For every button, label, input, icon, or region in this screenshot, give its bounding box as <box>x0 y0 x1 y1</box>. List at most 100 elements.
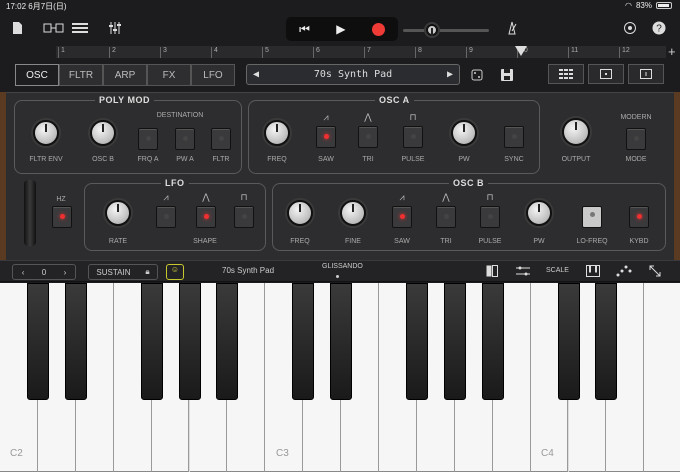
lfo-saw-wave-icon: ⩘ <box>163 192 169 202</box>
piano-keys-icon[interactable] <box>586 265 600 279</box>
arpeggiator-icon[interactable] <box>616 265 632 279</box>
view-toggle-button[interactable] <box>588 64 624 84</box>
osc-b-tri-led <box>444 214 449 219</box>
transport-controls: ⏮ ▶ <box>286 17 398 41</box>
record-button[interactable] <box>371 22 385 36</box>
keyboard-layout-icon[interactable] <box>486 265 498 279</box>
sustain-button[interactable]: SUSTAIN 🔒︎ <box>88 264 158 280</box>
key-label-c2: C2 <box>10 448 23 459</box>
black-key[interactable] <box>140 283 163 400</box>
playhead[interactable] <box>515 46 527 56</box>
lo-freq-button[interactable] <box>582 206 602 228</box>
black-key[interactable] <box>26 283 49 400</box>
black-key[interactable] <box>216 283 239 400</box>
black-key[interactable] <box>443 283 466 400</box>
black-key[interactable] <box>557 283 580 400</box>
lfo-tri-button[interactable] <box>196 206 216 228</box>
save-icon[interactable] <box>500 66 514 84</box>
patch-next-button[interactable]: ▶ <box>447 69 453 80</box>
osc-b-tri-button[interactable] <box>436 206 456 228</box>
black-key[interactable] <box>330 283 353 400</box>
kybd-button[interactable] <box>629 206 649 228</box>
osc-b-freq-knob[interactable] <box>287 200 313 226</box>
randomize-dice-icon[interactable] <box>470 66 484 84</box>
lfo-pulse-button[interactable] <box>234 206 254 228</box>
grid-view-button[interactable] <box>548 64 584 84</box>
osc-b-saw-led <box>400 214 405 219</box>
glissando-label[interactable]: GLISSANDO <box>322 263 363 270</box>
osc-a-pw-knob[interactable] <box>451 120 477 146</box>
document-icon[interactable] <box>12 19 23 37</box>
tab-arp[interactable]: ARP <box>103 64 147 86</box>
osc-b-tri-wave-icon: ⋀ <box>442 192 450 202</box>
controls-sliders-icon[interactable] <box>516 265 530 279</box>
volume-slider-knob[interactable] <box>426 24 438 36</box>
black-key[interactable] <box>178 283 201 400</box>
lock-icon[interactable]: 🔒︎ <box>145 267 149 277</box>
osc-b-saw-button[interactable] <box>392 206 412 228</box>
lfo-rate-knob[interactable] <box>105 200 131 226</box>
timeline-ruler[interactable]: 1 2 3 4 5 6 7 8 9 10 11 12 <box>56 46 666 58</box>
metronome-icon[interactable] <box>505 19 519 37</box>
info-view-button[interactable] <box>628 64 664 84</box>
mode-button[interactable] <box>626 128 646 150</box>
osc-a-pulse-button[interactable] <box>403 126 423 148</box>
expand-keyboard-icon[interactable] <box>648 264 662 280</box>
osc-b-fine-knob[interactable] <box>340 200 366 226</box>
osc-a-freq-knob[interactable] <box>264 120 290 146</box>
black-key[interactable] <box>292 283 315 400</box>
kybd-label: KYBD <box>629 238 649 245</box>
rewind-button[interactable]: ⏮ <box>299 22 310 37</box>
lfo-tri-led <box>204 214 209 219</box>
fltr-dest-button[interactable] <box>211 128 231 150</box>
pw-a-button[interactable] <box>175 128 195 150</box>
ruler-mark: 11 <box>568 47 578 58</box>
lfo-pulse-wave-icon: ⊓ <box>240 192 248 202</box>
patch-prev-button[interactable]: ◀ <box>253 69 259 80</box>
synth-app: 17:02 6月7日(日) ◠ 83% ⏮ ▶ ? 1 2 3 4 5 6 7 … <box>0 0 680 472</box>
patch-name[interactable]: 70s Synth Pad <box>314 69 392 80</box>
osc-a-saw-button[interactable] <box>316 126 336 148</box>
lfo-saw-button[interactable] <box>156 206 176 228</box>
settings-icon[interactable] <box>623 19 637 37</box>
tab-fx[interactable]: FX <box>147 64 191 86</box>
frq-a-led <box>146 136 151 141</box>
master-volume-slider[interactable] <box>403 24 489 36</box>
black-key[interactable] <box>64 283 87 400</box>
play-button[interactable]: ▶ <box>336 22 345 36</box>
black-key[interactable] <box>405 283 428 400</box>
modern-title: MODERN <box>620 114 652 121</box>
osc-b-pw-knob[interactable] <box>526 200 552 226</box>
octave-down-button[interactable]: ‹ <box>22 268 25 277</box>
octave-value: 0 <box>41 267 47 277</box>
black-key[interactable] <box>481 283 504 400</box>
ruler-mark: 5 <box>262 47 269 58</box>
black-key[interactable] <box>595 283 618 400</box>
tab-fltr[interactable]: FLTR <box>59 64 103 86</box>
help-icon[interactable]: ? <box>652 19 666 37</box>
add-section-icon[interactable]: + <box>668 44 676 59</box>
smart-controls-face-icon[interactable]: ☺ <box>166 264 184 280</box>
lo-freq-label: LO-FREQ <box>576 238 608 245</box>
osc-a-tri-button[interactable] <box>358 126 378 148</box>
osc-b-mod-knob[interactable] <box>90 120 116 146</box>
track-view-icon[interactable] <box>42 19 66 37</box>
lfo-pulse-led <box>242 214 247 219</box>
white-key[interactable] <box>644 283 680 472</box>
tri-wave-icon: ⋀ <box>364 112 372 122</box>
osc-b-pulse-button[interactable] <box>480 206 500 228</box>
piano-keyboard[interactable] <box>0 283 680 472</box>
frq-a-button[interactable] <box>138 128 158 150</box>
mixer-icon[interactable] <box>108 19 122 37</box>
sync-button[interactable] <box>504 126 524 148</box>
output-knob[interactable] <box>562 118 590 146</box>
lfo-hz-button[interactable] <box>52 206 72 228</box>
fltr-env-knob[interactable] <box>33 120 59 146</box>
tab-lfo[interactable]: LFO <box>191 64 235 86</box>
list-view-icon[interactable] <box>72 19 88 37</box>
tab-osc[interactable]: OSC <box>15 64 59 86</box>
pitch-wheel[interactable] <box>24 180 36 246</box>
octave-up-button[interactable]: › <box>64 268 67 277</box>
battery-icon <box>656 2 672 9</box>
scale-button[interactable]: SCALE <box>546 267 569 274</box>
